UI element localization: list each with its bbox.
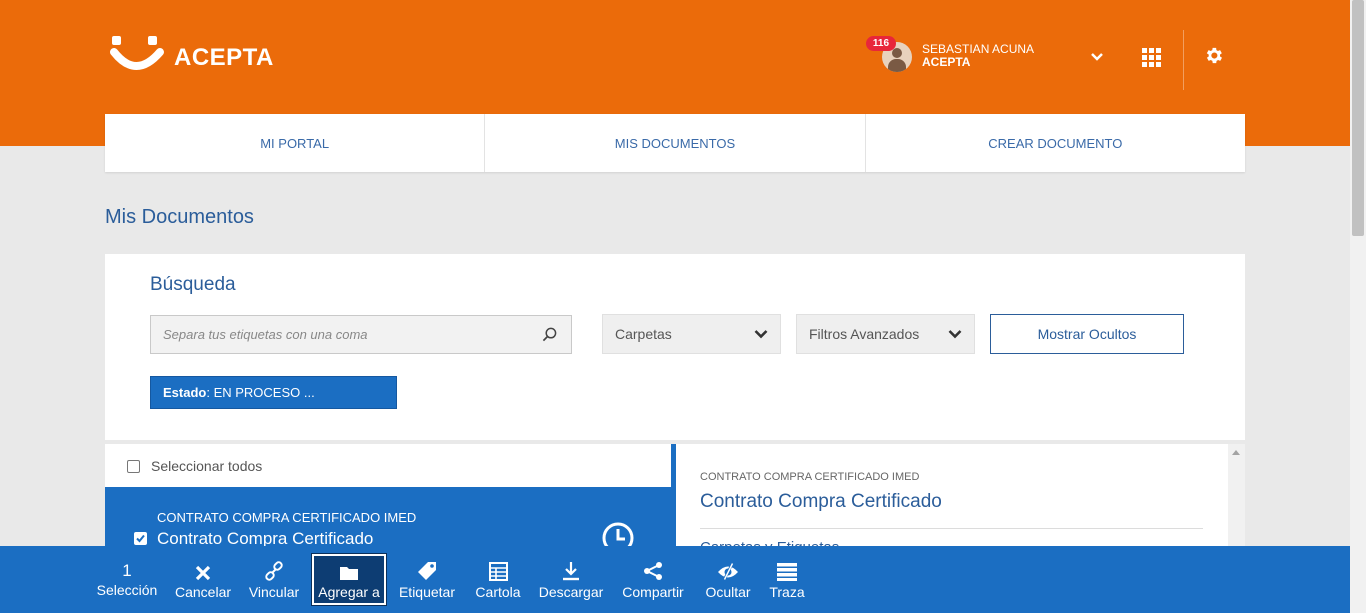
nav-mis-documentos[interactable]: MIS DOCUMENTOS [485,114,866,172]
estado-filter-chip[interactable]: Estado: EN PROCESO ... [150,376,397,409]
chevron-down-icon [948,330,962,339]
list-item[interactable]: CONTRATO COMPRA CERTIFICADO IMED Contrat… [105,487,671,554]
download-button[interactable]: Descargar [538,546,604,613]
tag-search-input[interactable] [163,327,523,342]
acepta-logo-icon [110,36,164,70]
tag-icon [418,561,436,580]
chevron-down-icon[interactable] [1090,50,1104,64]
notification-badge[interactable]: 116 [866,36,896,51]
advanced-filters-label: Filtros Avanzados [809,326,920,342]
tag-button[interactable]: Etiquetar [396,546,458,613]
user-org: ACEPTA [922,55,971,69]
detail-title: Contrato Compra Certificado [700,491,942,512]
user-menu[interactable]: 116 SEBASTIAN ACUNA ACEPTA [866,36,1034,72]
list-item-type: CONTRATO COMPRA CERTIFICADO IMED [157,510,417,525]
eye-slash-icon [718,562,738,581]
folders-select-label: Carpetas [615,326,672,342]
cancel-button[interactable]: Cancelar [174,546,232,613]
trace-button[interactable]: Traza [768,546,806,613]
list-item-checkbox[interactable] [134,532,147,545]
cartola-button[interactable]: Cartola [473,546,523,613]
nav-mi-portal[interactable]: MI PORTAL [105,114,486,172]
folders-select[interactable]: Carpetas [602,314,781,354]
page-scrollbar[interactable] [1350,0,1366,613]
list-icon [777,562,797,581]
download-icon [563,561,579,580]
main-nav: MI PORTAL MIS DOCUMENTOS CREAR DOCUMENTO [105,114,1245,172]
brand-logo[interactable]: ACEPTA [110,34,274,78]
selection-toolbar: 1 Selección Cancelar Vincular Agregar a … [0,546,1350,613]
select-all[interactable]: Seleccionar todos [127,458,262,474]
tag-search-field[interactable] [150,315,572,354]
document-detail: CONTRATO COMPRA CERTIFICADO IMED Contrat… [671,444,1228,554]
add-to-button[interactable]: Agregar a [311,553,387,606]
link-icon [265,560,283,581]
selection-count-value: 1 [122,560,132,580]
hide-button[interactable]: Ocultar [702,546,754,613]
estado-key: Estado [163,385,207,400]
detail-scrollbar[interactable] [1228,444,1245,554]
search-panel: Búsqueda Carpetas Filtros Avanzados Most… [105,254,1245,440]
show-hidden-button[interactable]: Mostrar Ocultos [990,314,1184,354]
search-icon[interactable] [542,327,557,342]
folder-icon [340,566,358,580]
search-title: Búsqueda [150,274,236,295]
document-list: Seleccionar todos CONTRATO COMPRA CERTIF… [105,444,671,554]
detail-divider [700,528,1203,529]
chevron-down-icon [754,330,768,339]
nav-crear-documento[interactable]: CREAR DOCUMENTO [866,114,1245,172]
table-icon [488,561,508,581]
check-icon [136,534,145,543]
header-divider [1183,30,1184,90]
estado-value: : EN PROCESO ... [206,385,315,400]
page-title: Mis Documentos [105,206,254,228]
select-all-checkbox[interactable] [127,459,140,473]
share-icon [644,561,662,580]
brand-name: ACEPTA [174,44,274,71]
detail-type: CONTRATO COMPRA CERTIFICADO IMED [700,471,920,483]
share-button[interactable]: Compartir [620,546,686,613]
selection-label: Selección [96,581,158,598]
close-icon [195,565,211,580]
apps-grid-icon[interactable] [1142,48,1161,67]
gear-icon[interactable] [1203,45,1224,66]
select-all-label: Seleccionar todos [151,458,263,474]
link-button[interactable]: Vincular [247,546,301,613]
selection-count: 1 Selección [96,546,158,613]
advanced-filters-select[interactable]: Filtros Avanzados [796,314,975,354]
